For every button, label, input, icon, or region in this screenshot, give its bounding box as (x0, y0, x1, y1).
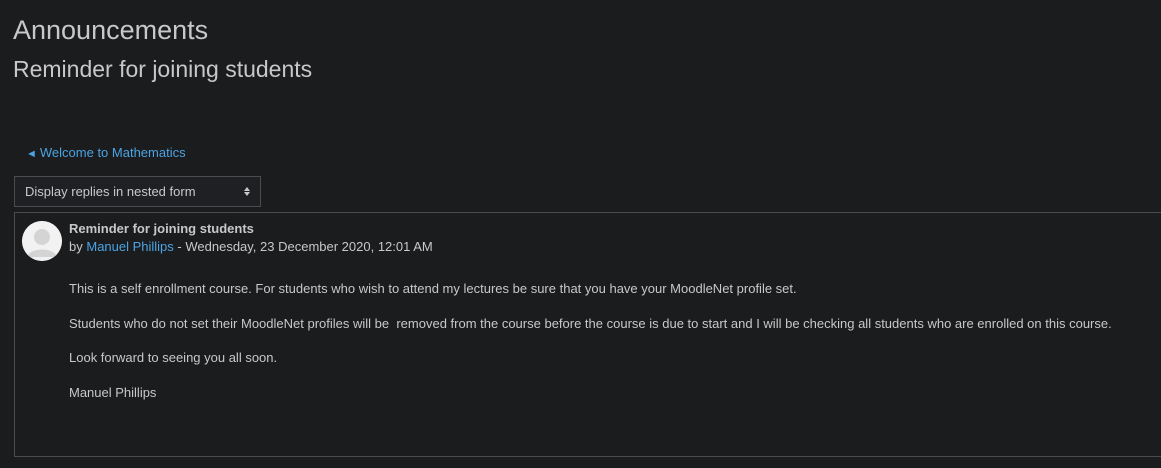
page: Announcements Reminder for joining stude… (0, 0, 1161, 468)
previous-discussion-label: Welcome to Mathematics (39, 145, 186, 160)
left-arrow-icon: ◄ (26, 148, 37, 160)
post-paragraph: Students who do not set their MoodleNet … (69, 316, 1112, 331)
discussion-title: Reminder for joining students (13, 56, 313, 82)
byline-separator: - (173, 239, 186, 254)
byline-prefix: by (69, 239, 83, 254)
select-updown-icon (244, 187, 250, 196)
post-date: Wednesday, 23 December 2020, 12:01 AM (185, 239, 433, 254)
post-signature: Manuel Phillips (69, 385, 157, 400)
user-icon (22, 221, 62, 261)
display-mode-select[interactable]: Display replies in nested form (14, 176, 261, 207)
previous-discussion-link[interactable]: ◄ Welcome to Mathematics (26, 145, 186, 162)
post-title: Reminder for joining students (69, 221, 254, 236)
post-paragraph: Look forward to seeing you all soon. (69, 350, 278, 365)
page-title: Announcements (13, 15, 209, 45)
avatar[interactable] (22, 221, 62, 261)
display-mode-value: Display replies in nested form (25, 184, 196, 199)
author-link[interactable]: Manuel Phillips (86, 239, 173, 254)
post-paragraph: This is a self enrollment course. For st… (69, 281, 797, 296)
post-byline: by Manuel Phillips - Wednesday, 23 Decem… (69, 239, 433, 255)
